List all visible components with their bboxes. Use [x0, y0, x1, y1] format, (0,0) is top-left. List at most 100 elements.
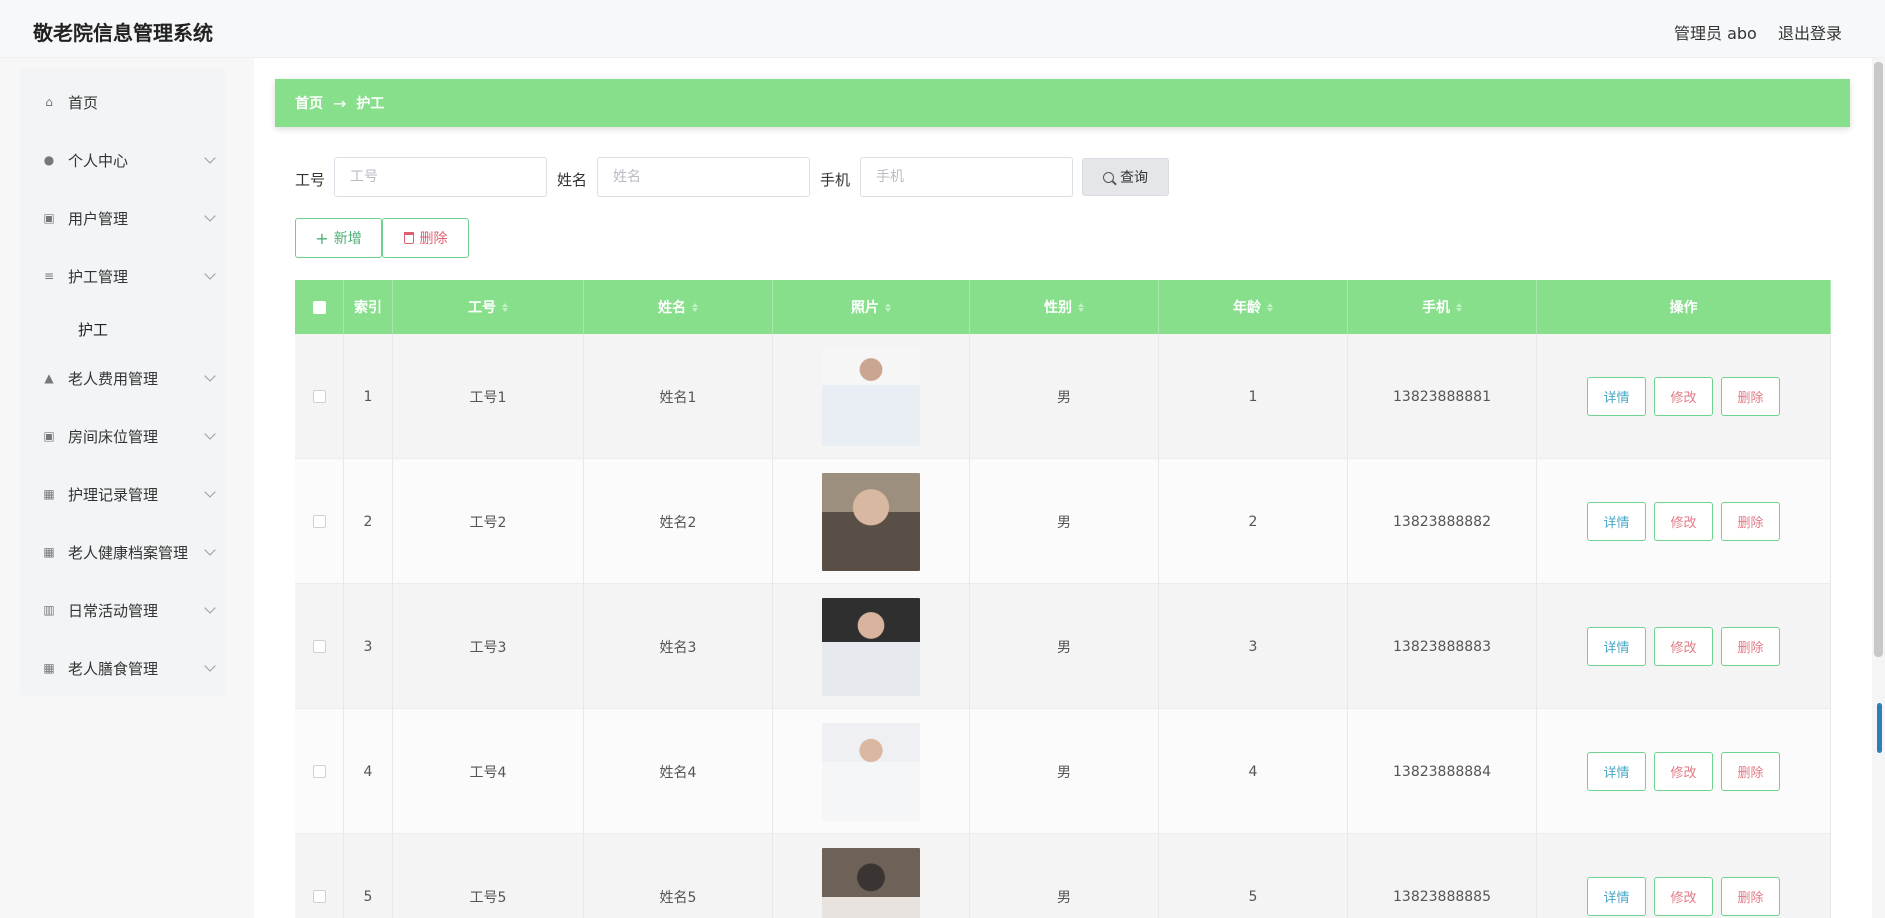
sort-icon[interactable] [692, 302, 698, 312]
table-row[interactable]: 1 工号1 姓名1 男 1 13823888881 详情 修改 删除 [295, 334, 1831, 459]
table-row[interactable]: 4 工号4 姓名4 男 4 13823888884 详情 修改 删除 [295, 709, 1831, 834]
thumb-icon: ▲ [44, 371, 54, 385]
chevron-down-icon [204, 544, 216, 556]
sidebar-item-6[interactable]: ▣ 房间床位管理 [20, 414, 226, 458]
name-input[interactable] [597, 157, 810, 197]
table-row[interactable]: 5 工号5 姓名5 男 5 13823888885 详情 修改 删除 [295, 834, 1831, 918]
chevron-down-icon [204, 370, 216, 382]
index-cell: 3 [344, 584, 393, 709]
sidebar-item-8[interactable]: ▦ 老人健康档案管理 [20, 530, 226, 574]
column-header-gender[interactable]: 性别 [970, 280, 1159, 334]
table-row[interactable]: 3 工号3 姓名3 男 3 13823888883 详情 修改 删除 [295, 584, 1831, 709]
add-button[interactable]: + 新增 [295, 218, 382, 258]
breadcrumb-current: 护工 [356, 96, 385, 112]
column-header-phone[interactable]: 手机 [1348, 280, 1537, 334]
sidebar-item-5[interactable]: ▲ 老人费用管理 [20, 356, 226, 400]
breadcrumb: 首页 → 护工 [275, 79, 1850, 127]
edit-button[interactable]: 修改 [1654, 752, 1713, 791]
employee-id-cell: 工号5 [393, 834, 584, 918]
edit-button[interactable]: 修改 [1654, 627, 1713, 666]
sort-icon[interactable] [1078, 302, 1084, 312]
sidebar-item-1[interactable]: ⌂ 首页 [20, 80, 226, 124]
sidebar-item-7[interactable]: ▦ 护理记录管理 [20, 472, 226, 516]
select-all-checkbox[interactable] [312, 300, 326, 314]
detail-button[interactable]: 详情 [1587, 877, 1646, 916]
home-icon: ⌂ [45, 95, 53, 109]
sort-icon[interactable] [502, 302, 508, 312]
scrollbar-thumb-secondary[interactable] [1877, 703, 1882, 753]
sort-icon[interactable] [1267, 302, 1273, 312]
phone-input[interactable] [860, 157, 1073, 197]
row-checkbox[interactable] [312, 390, 326, 403]
column-header-label: 姓名 [658, 300, 686, 316]
row-checkbox[interactable] [312, 890, 326, 903]
gender-cell: 男 [970, 834, 1159, 918]
column-header-index: 索引 [344, 280, 393, 334]
row-delete-button[interactable]: 删除 [1721, 377, 1780, 416]
index-cell: 4 [344, 709, 393, 834]
age-cell: 3 [1159, 584, 1348, 709]
photo-cell [773, 584, 970, 709]
column-header-age[interactable]: 年龄 [1159, 280, 1348, 334]
grid-icon: ▦ [43, 545, 55, 559]
employee-id-input[interactable] [334, 157, 547, 197]
trash-icon [403, 232, 414, 244]
edit-button[interactable]: 修改 [1654, 502, 1713, 541]
row-checkbox[interactable] [312, 515, 326, 528]
column-header-name[interactable]: 姓名 [584, 280, 773, 334]
sidebar-item-9[interactable]: ▥ 日常活动管理 [20, 588, 226, 632]
detail-button[interactable]: 详情 [1587, 627, 1646, 666]
header-select-cell [295, 280, 344, 334]
phone-cell: 13823888883 [1348, 584, 1537, 709]
select-cell [295, 334, 344, 459]
name-cell: 姓名5 [584, 834, 773, 918]
actions-cell: 详情 修改 删除 [1537, 584, 1831, 709]
select-cell [295, 584, 344, 709]
sidebar-menu: ⌂ 首页 ● 个人中心 ▣ 用户管理 ≡ 护工管理 ▲ 老人费用管理 ▣ 房间床位管理 ▦ 护理记录管理 ▦… [20, 68, 226, 696]
batch-delete-label: 删除 [419, 231, 448, 247]
index-cell: 5 [344, 834, 393, 918]
sidebar-subitem-caregiver[interactable]: 护工 [78, 319, 108, 340]
edit-button[interactable]: 修改 [1654, 877, 1713, 916]
breadcrumb-home[interactable]: 首页 [295, 93, 323, 113]
photo-cell [773, 334, 970, 459]
actions-cell: 详情 修改 删除 [1537, 459, 1831, 584]
plus-icon: + [315, 228, 329, 248]
employee-id-cell: 工号3 [393, 584, 584, 709]
index-cell: 2 [344, 459, 393, 584]
sidebar-item-10[interactable]: ▦ 老人膳食管理 [20, 646, 226, 690]
row-delete-button[interactable]: 删除 [1721, 752, 1780, 791]
caregiver-photo [822, 347, 920, 446]
logout-link[interactable]: 退出登录 [1778, 20, 1842, 44]
sort-icon[interactable] [885, 302, 891, 312]
chevron-down-icon [204, 486, 216, 498]
row-checkbox[interactable] [312, 640, 326, 653]
table-row[interactable]: 2 工号2 姓名2 男 2 13823888882 详情 修改 删除 [295, 459, 1831, 584]
sidebar-item-label: 首页 [68, 93, 99, 112]
age-cell: 5 [1159, 834, 1348, 918]
row-delete-button[interactable]: 删除 [1721, 627, 1780, 666]
column-header-photo[interactable]: 照片 [773, 280, 970, 334]
sidebar-item-2[interactable]: ● 个人中心 [20, 138, 226, 182]
sidebar-item-3[interactable]: ▣ 用户管理 [20, 196, 226, 240]
detail-button[interactable]: 详情 [1587, 752, 1646, 791]
row-checkbox[interactable] [312, 765, 326, 778]
phone-cell: 13823888882 [1348, 459, 1537, 584]
age-cell: 1 [1159, 334, 1348, 459]
chevron-down-icon [204, 428, 216, 440]
sidebar-item-4[interactable]: ≡ 护工管理 [20, 254, 226, 298]
scrollbar-thumb[interactable] [1874, 62, 1883, 657]
edit-button[interactable]: 修改 [1654, 377, 1713, 416]
table-header: 索引 工号 姓名 照片 性别 年龄 手机 操作 [295, 280, 1831, 334]
column-header-employee-id[interactable]: 工号 [393, 280, 584, 334]
search-button[interactable]: 查询 [1082, 158, 1169, 196]
user-icon: ● [43, 153, 55, 167]
row-delete-button[interactable]: 删除 [1721, 877, 1780, 916]
detail-button[interactable]: 详情 [1587, 377, 1646, 416]
age-cell: 4 [1159, 709, 1348, 834]
detail-button[interactable]: 详情 [1587, 502, 1646, 541]
row-delete-button[interactable]: 删除 [1721, 502, 1780, 541]
batch-delete-button[interactable]: 删除 [382, 218, 469, 258]
photo-cell [773, 834, 970, 918]
sort-icon[interactable] [1456, 302, 1462, 312]
